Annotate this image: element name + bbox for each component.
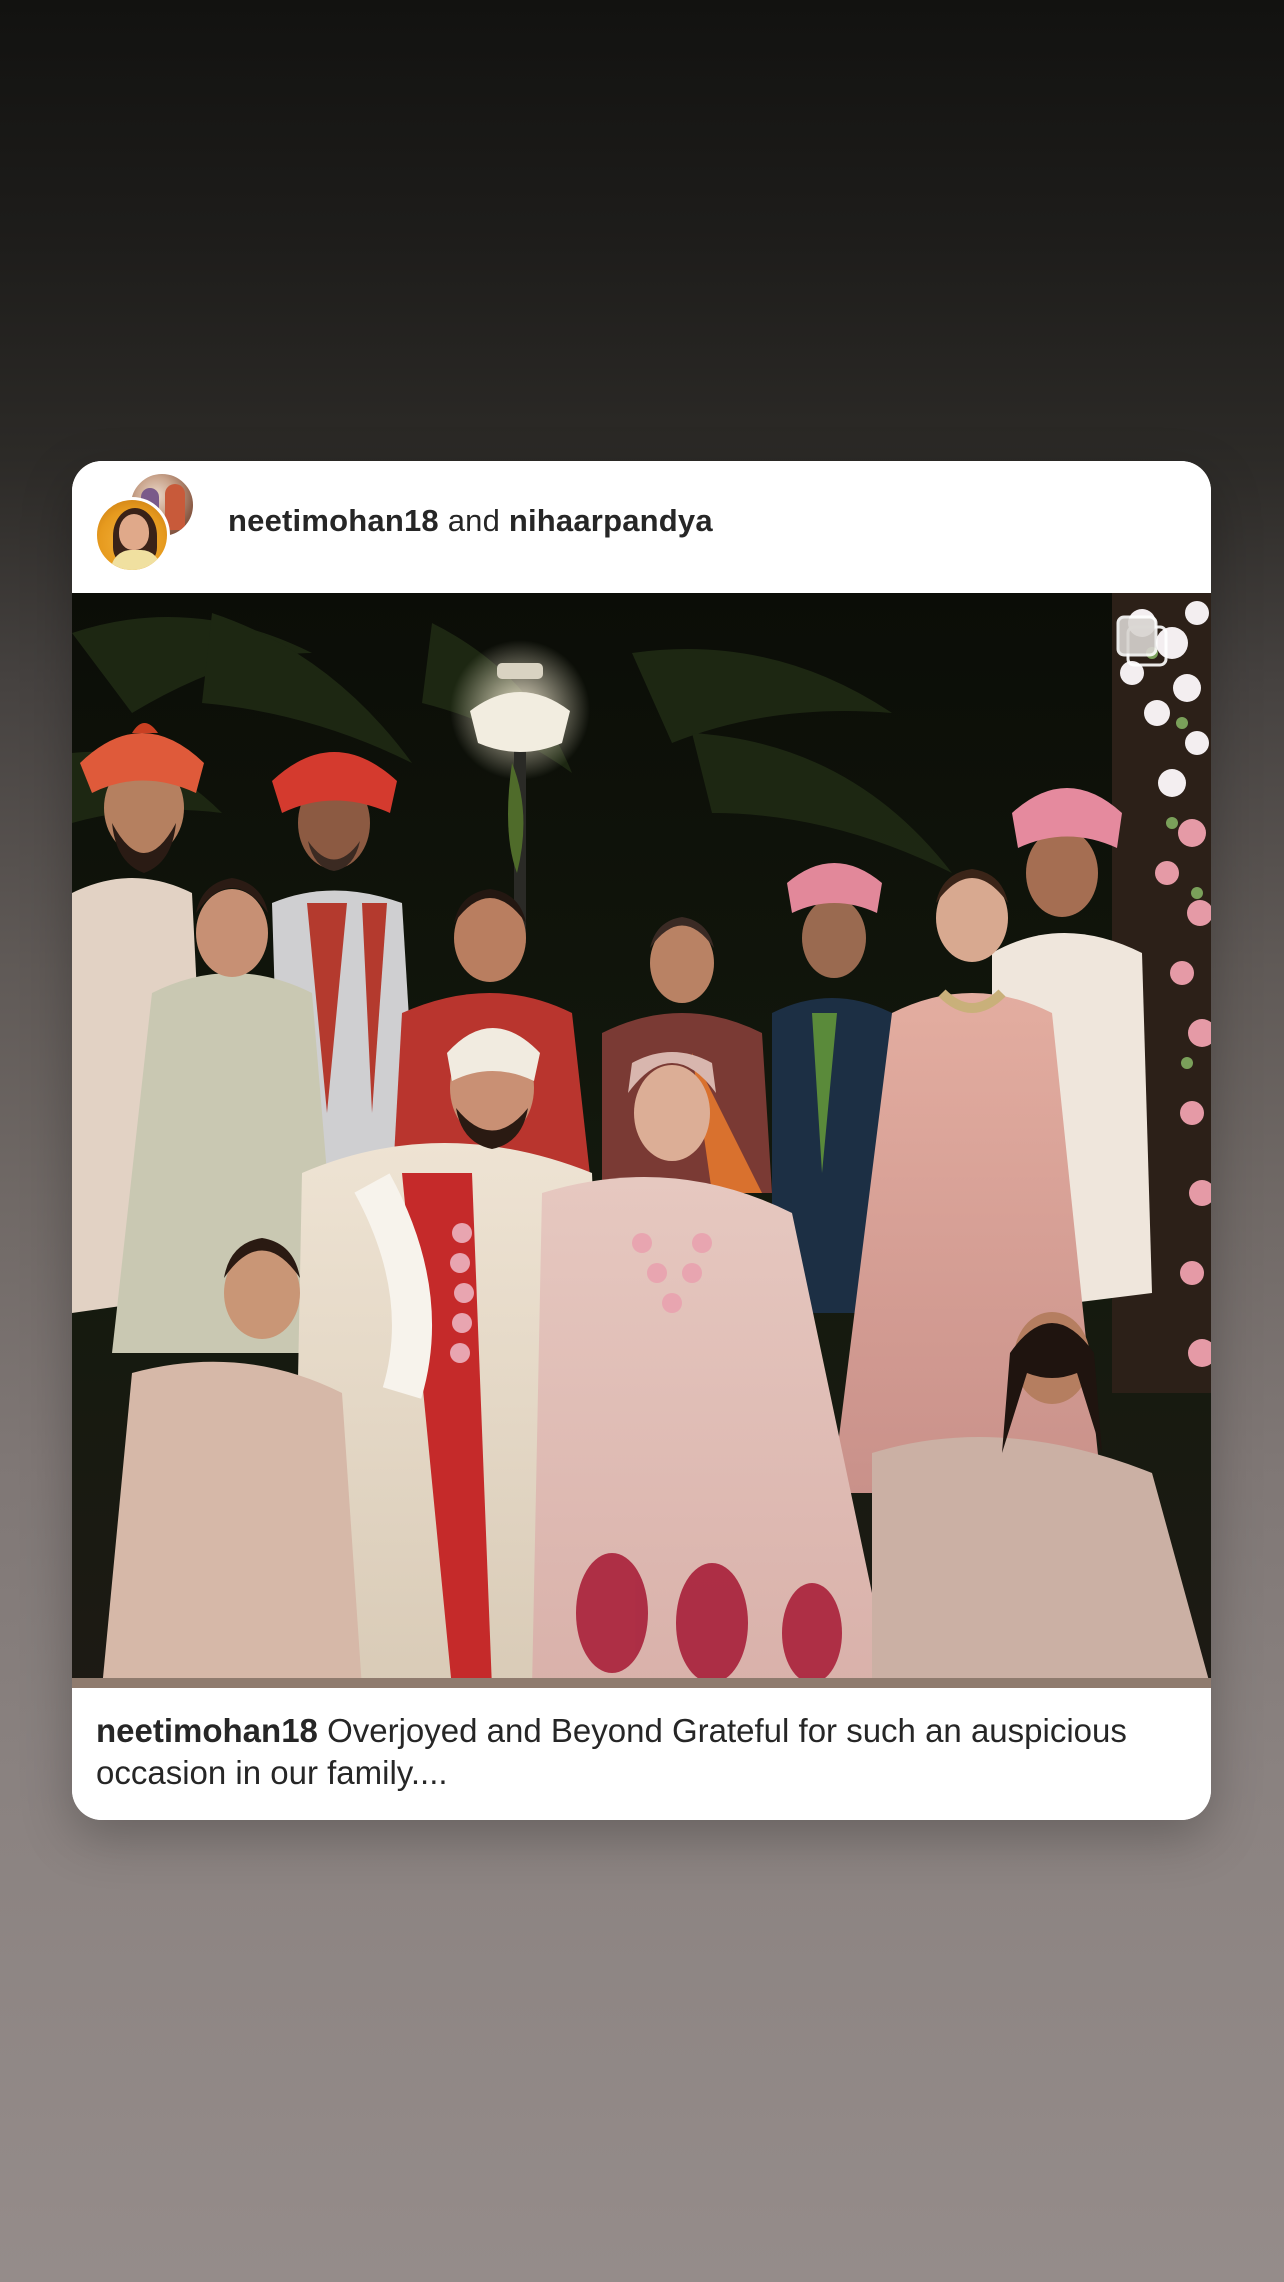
post-header[interactable]: neetimohan18 and nihaarpandya: [72, 461, 1211, 593]
post-caption-area[interactable]: neetimohan18 Overjoyed and Beyond Gratef…: [72, 1688, 1211, 1820]
authors-joiner: and: [447, 503, 501, 538]
caption-username[interactable]: neetimohan18: [96, 1712, 318, 1749]
collaborator-username[interactable]: nihaarpandya: [509, 503, 713, 538]
author-avatar[interactable]: [94, 497, 170, 573]
author-username[interactable]: neetimohan18: [228, 503, 439, 538]
post-authors: neetimohan18 and nihaarpandya: [228, 503, 713, 539]
post-photo[interactable]: [72, 593, 1211, 1688]
post-caption: neetimohan18 Overjoyed and Beyond Gratef…: [96, 1710, 1186, 1794]
shared-post-card[interactable]: neetimohan18 and nihaarpandya neetimohan…: [72, 461, 1211, 1820]
